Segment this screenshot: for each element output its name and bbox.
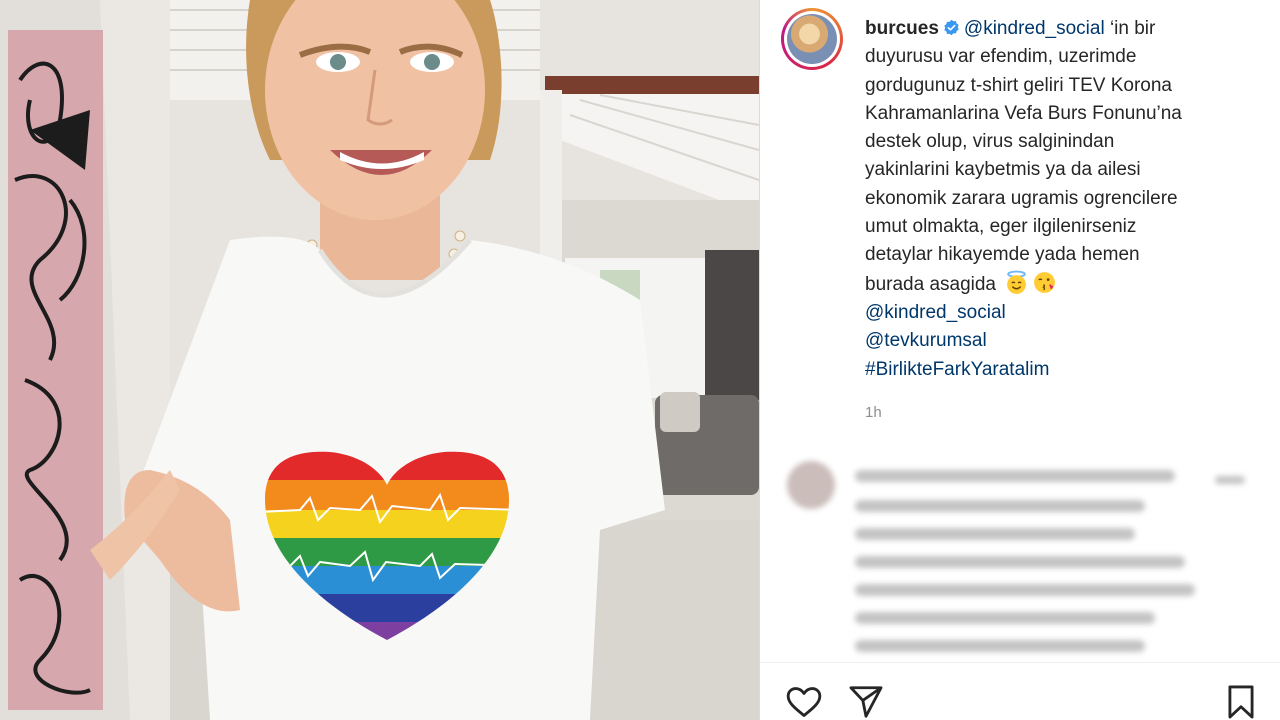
caption-text: ‘in bir	[1104, 18, 1156, 39]
avatar-image	[787, 14, 837, 64]
caption-line-5: destek olup, virus salginindan	[865, 131, 1115, 153]
verified-badge-icon	[944, 19, 959, 36]
paper-plane-icon[interactable]	[846, 683, 886, 720]
smiling-face-with-halo-emoji-icon	[1007, 270, 1027, 294]
post-photo[interactable]	[0, 0, 759, 720]
mention-link[interactable]: @kindred_social	[964, 18, 1105, 39]
caption-line-1: burcues @kindred_social ‘in bir	[865, 15, 1265, 43]
caption-line-2: duyurusu var efendim, uzerimde	[865, 46, 1137, 68]
mention-link-tev[interactable]: @tevkurumsal	[865, 327, 1265, 355]
hashtag-link[interactable]: #BirlikteFarkYaratalim	[865, 356, 1265, 384]
username-link[interactable]: burcues	[865, 18, 939, 39]
caption-line-6: yakinlarini kaybetmis ya da ailesi	[865, 159, 1141, 181]
post-caption: burcues @kindred_social ‘in bir duyurusu …	[865, 15, 1265, 384]
blurred-comments	[787, 461, 1245, 652]
photo-illustration	[0, 0, 759, 720]
commenter-avatar	[787, 461, 835, 509]
heart-icon[interactable]	[784, 683, 824, 720]
face-blowing-kiss-emoji-icon	[1034, 271, 1056, 293]
caption-line-10: burada asagida	[865, 270, 1265, 299]
caption-line-3: gordugunuz t-shirt geliri TEV Korona	[865, 74, 1172, 96]
post-details-panel: burcues @kindred_social ‘in bir duyurusu …	[759, 0, 1280, 720]
avatar-border	[784, 11, 840, 67]
caption-line-8: umut olmakta, eger ilgilenirseniz	[865, 216, 1137, 238]
post-action-bar	[760, 662, 1280, 720]
caption-line-7: ekonomik zarara ugramis ogrencilere	[865, 187, 1178, 209]
bookmark-icon[interactable]	[1222, 683, 1260, 720]
mention-link-kindred[interactable]: @kindred_social	[865, 299, 1265, 327]
caption-text: burada asagida	[865, 273, 996, 295]
caption-line-4: Kahramanlarina Vefa Burs Fonunu’na	[865, 102, 1182, 124]
post-timestamp[interactable]: 1h	[865, 404, 882, 421]
caption-line-9: detaylar hikayemde yada hemen	[865, 244, 1140, 266]
profile-avatar[interactable]	[781, 8, 843, 70]
